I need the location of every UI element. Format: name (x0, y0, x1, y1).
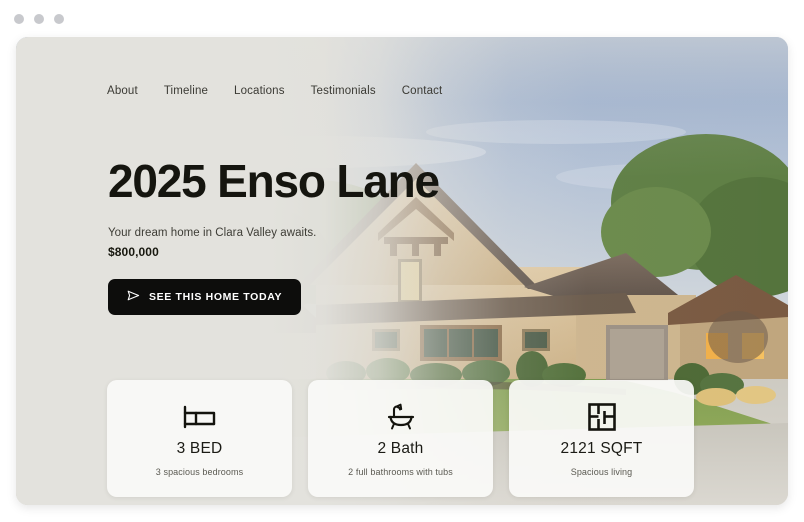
bed-icon (183, 400, 217, 434)
hero-subtitle: Your dream home in Clara Valley awaits. (108, 227, 317, 240)
feature-card-bath[interactable]: 2 Bath 2 full bathrooms with tubs (308, 380, 493, 497)
play-send-icon (127, 290, 140, 304)
floorplan-icon (587, 400, 616, 434)
feature-card-row: 3 BED 3 spacious bedrooms 2 Bath 2 full … (107, 380, 694, 497)
nav-item-testimonials[interactable]: Testimonials (311, 83, 376, 99)
feature-desc-bed: 3 spacious bedrooms (155, 467, 244, 477)
feature-desc-sqft: Spacious living (570, 467, 633, 477)
nav-item-contact[interactable]: Contact (402, 83, 443, 99)
window-dot-close-icon[interactable] (14, 14, 24, 24)
main-navigation: About Timeline Locations Testimonials Co… (107, 83, 442, 99)
window-dot-maximize-icon[interactable] (54, 14, 64, 24)
window-controls (14, 14, 64, 24)
feature-card-sqft[interactable]: 2121 SQFT Spacious living (509, 380, 694, 497)
app-root: About Timeline Locations Testimonials Co… (0, 0, 804, 522)
feature-value-bath: 2 Bath (377, 440, 424, 457)
nav-item-about[interactable]: About (107, 83, 138, 99)
listing-price: $800,000 (108, 245, 159, 260)
nav-item-timeline[interactable]: Timeline (164, 83, 208, 99)
window-dot-minimize-icon[interactable] (34, 14, 44, 24)
feature-value-sqft: 2121 SQFT (560, 440, 643, 457)
feature-desc-bath: 2 full bathrooms with tubs (348, 467, 453, 477)
cta-label: SEE THIS HOME TODAY (149, 291, 283, 304)
nav-item-locations[interactable]: Locations (234, 83, 285, 99)
feature-card-bed[interactable]: 3 BED 3 spacious bedrooms (107, 380, 292, 497)
feature-value-bed: 3 BED (176, 440, 223, 457)
page-viewport: About Timeline Locations Testimonials Co… (16, 37, 788, 505)
page-title: 2025 Enso Lane (108, 155, 440, 207)
see-this-home-today-button[interactable]: SEE THIS HOME TODAY (108, 279, 302, 316)
hero-section: 2025 Enso Lane Your dream home in Clara … (108, 155, 440, 316)
bathtub-icon (386, 400, 416, 434)
